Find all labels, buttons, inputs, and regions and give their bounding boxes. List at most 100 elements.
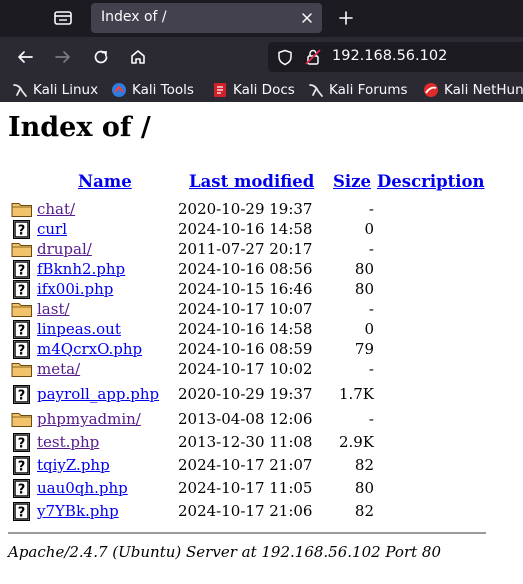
table-row: ? tqiyZ.php 2024-10-17 21:07 82 (0, 456, 523, 476)
file-link[interactable]: meta/ (37, 360, 80, 378)
folder-icon (11, 360, 33, 379)
size-cell: - (368, 300, 374, 318)
last-modified-cell: 2024-10-17 21:06 (178, 502, 313, 520)
server-signature: Apache/2.4.7 (Ubuntu) Server at 192.168.… (8, 543, 442, 561)
size-cell: 0 (364, 320, 374, 338)
table-row: ? curl 2024-10-16 14:58 0 (0, 220, 523, 240)
table-row: meta/2024-10-17 10:02 - (0, 360, 523, 380)
last-modified-cell: 2011-07-27 20:17 (178, 240, 313, 258)
tab-title: Index of / (101, 9, 167, 25)
column-header-size[interactable]: Size (333, 172, 371, 191)
bookmark-label: Kali Linux (33, 81, 99, 98)
file-link[interactable]: test.php (37, 433, 99, 451)
column-header-last-modified[interactable]: Last modified (189, 172, 314, 191)
bookmark-kali-tools[interactable]: Kali Tools (111, 80, 194, 99)
back-arrow-icon[interactable] (13, 45, 37, 69)
size-cell: 1.7K (338, 385, 374, 403)
last-modified-cell: 2024-10-16 14:58 (178, 320, 313, 338)
size-cell: 80 (354, 280, 374, 298)
size-cell: - (368, 240, 374, 258)
file-link[interactable]: linpeas.out (37, 320, 121, 338)
table-row: ? linpeas.out 2024-10-16 14:58 0 (0, 320, 523, 340)
nethunter-icon (423, 82, 439, 98)
kali-docs-icon (212, 82, 228, 98)
last-modified-cell: 2024-10-16 08:56 (178, 260, 313, 278)
table-row: ? ifx00i.php 2024-10-15 16:46 80 (0, 280, 523, 300)
file-link[interactable]: last/ (37, 300, 70, 318)
footer-divider (8, 532, 486, 534)
last-modified-cell: 2013-04-08 12:06 (178, 410, 313, 428)
svg-text:?: ? (18, 224, 26, 239)
bookmarks-toolbar: Kali Linux Kali Tools Kali Docs Kali For… (0, 77, 523, 102)
file-link[interactable]: chat/ (37, 200, 75, 218)
file-link[interactable]: ifx00i.php (37, 280, 113, 298)
forward-arrow-icon[interactable] (51, 45, 75, 69)
bookmark-kali-nethunter[interactable]: Kali NetHunter (423, 80, 523, 99)
home-icon[interactable] (126, 45, 150, 69)
file-link[interactable]: phpmyadmin/ (37, 410, 141, 428)
column-header-description[interactable]: Description (377, 172, 485, 191)
unknown-file-icon: ? (11, 280, 33, 299)
svg-text:?: ? (18, 344, 26, 359)
unknown-file-icon: ? (11, 220, 33, 239)
size-cell: 80 (354, 479, 374, 497)
bookmark-label: Kali Tools (132, 81, 194, 98)
table-row: ? m4QcrxO.php 2024-10-16 08:59 79 (0, 340, 523, 360)
page-title: Index of / (8, 112, 151, 143)
last-modified-cell: 2024-10-15 16:46 (178, 280, 313, 298)
last-modified-cell: 2020-10-29 19:37 (178, 385, 313, 403)
url-bar[interactable]: 192.168.56.102 (268, 42, 523, 72)
size-cell: - (368, 360, 374, 378)
tab-overview-icon[interactable] (50, 6, 76, 30)
bookmark-kali-forums[interactable]: Kali Forums (308, 80, 408, 99)
size-cell: 2.9K (338, 433, 374, 451)
svg-text:?: ? (18, 483, 26, 498)
table-row: chat/2020-10-29 19:37 - (0, 200, 523, 220)
kali-dragon-icon (12, 82, 28, 98)
size-cell: 82 (354, 502, 374, 520)
reload-icon[interactable] (89, 45, 113, 69)
size-cell: - (368, 410, 374, 428)
not-secure-lock-icon[interactable] (304, 48, 322, 70)
url-text: 192.168.56.102 (332, 48, 448, 64)
bookmark-label: Kali Docs (233, 81, 295, 98)
svg-text:?: ? (18, 437, 26, 452)
file-link[interactable]: uau0qh.php (37, 479, 128, 497)
column-header-name[interactable]: Name (78, 172, 132, 191)
file-link[interactable]: y7YBk.php (37, 502, 119, 520)
page-content: Index of / Name Last modified Size Descr… (0, 102, 523, 584)
table-row: ? y7YBk.php 2024-10-17 21:06 82 (0, 502, 523, 522)
unknown-file-icon: ? (11, 385, 33, 404)
table-row: last/2024-10-17 10:07 - (0, 300, 523, 320)
last-modified-cell: 2013-12-30 11:08 (178, 433, 313, 451)
kali-dragon-icon (308, 82, 324, 98)
kali-tools-icon (111, 82, 127, 98)
unknown-file-icon: ? (11, 320, 33, 339)
close-tab-icon[interactable] (297, 8, 317, 28)
table-row: drupal/2011-07-27 20:17 - (0, 240, 523, 260)
bookmark-kali-docs[interactable]: Kali Docs (212, 80, 295, 99)
last-modified-cell: 2024-10-16 08:59 (178, 340, 313, 358)
last-modified-cell: 2024-10-17 10:07 (178, 300, 313, 318)
file-link[interactable]: curl (37, 220, 67, 238)
file-link[interactable]: drupal/ (37, 240, 92, 258)
file-link[interactable]: fBknh2.php (37, 260, 125, 278)
svg-text:?: ? (18, 460, 26, 475)
unknown-file-icon: ? (11, 260, 33, 279)
last-modified-cell: 2024-10-17 10:02 (178, 360, 313, 378)
size-cell: 79 (354, 340, 374, 358)
bookmark-label: Kali NetHunter (444, 81, 523, 98)
new-tab-icon[interactable] (335, 7, 357, 29)
size-cell: 82 (354, 456, 374, 474)
file-link[interactable]: payroll_app.php (37, 385, 159, 403)
tracking-shield-icon[interactable] (277, 49, 293, 70)
bookmark-kali-linux[interactable]: Kali Linux (12, 80, 98, 99)
size-cell: - (368, 200, 374, 218)
svg-text:?: ? (18, 324, 26, 339)
file-link[interactable]: m4QcrxO.php (37, 340, 142, 358)
folder-icon (11, 200, 33, 219)
file-link[interactable]: tqiyZ.php (37, 456, 110, 474)
tab-index[interactable]: Index of / (91, 3, 322, 33)
svg-text:?: ? (18, 284, 26, 299)
size-cell: 80 (354, 260, 374, 278)
